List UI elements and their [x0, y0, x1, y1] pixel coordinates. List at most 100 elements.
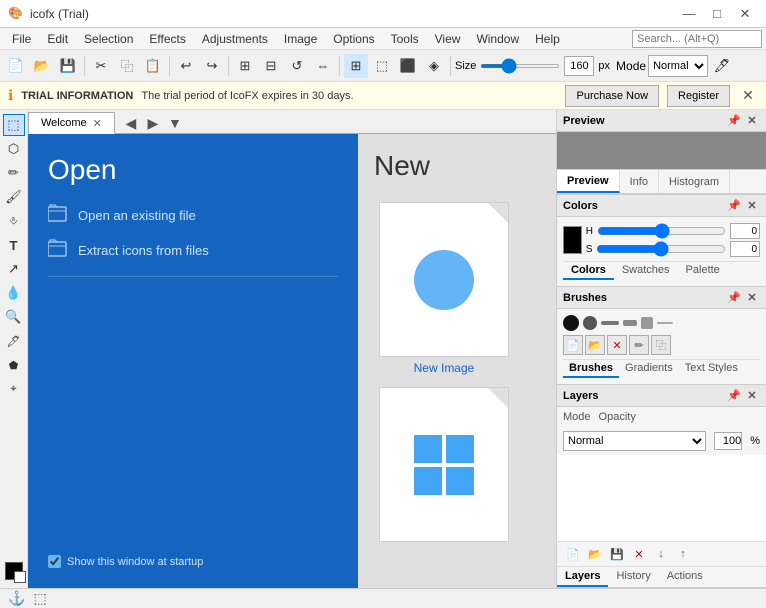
menu-window[interactable]: Window	[468, 30, 527, 48]
layers-tab-layers[interactable]: Layers	[557, 567, 608, 587]
brushes-pin-button[interactable]: 📌	[726, 290, 742, 306]
menu-help[interactable]: Help	[527, 30, 568, 48]
colors-tab-palette[interactable]: Palette	[678, 262, 728, 280]
menu-edit[interactable]: Edit	[39, 30, 76, 48]
trial-close-button[interactable]: ✕	[738, 86, 758, 106]
grid-button[interactable]: ⊞	[344, 54, 368, 78]
text-tool-button[interactable]: T	[3, 234, 25, 256]
brush-item-5[interactable]	[641, 317, 653, 329]
brush-new-button[interactable]: 📄	[563, 335, 583, 355]
fill-tool-button[interactable]: 💧	[3, 282, 25, 304]
layer-down-button[interactable]: ↓	[651, 544, 671, 564]
search-input[interactable]	[632, 30, 762, 48]
extract-icons-item[interactable]: Extract icons from files	[48, 233, 338, 268]
brushes-tab-gradients[interactable]: Gradients	[619, 360, 679, 378]
view-btn-3[interactable]: ⬛	[396, 54, 420, 78]
layer-delete-button[interactable]: ✕	[629, 544, 649, 564]
tab-menu-button[interactable]: ▼	[165, 113, 185, 133]
menu-view[interactable]: View	[427, 30, 469, 48]
welcome-tab[interactable]: Welcome ✕	[28, 112, 115, 134]
s-input[interactable]: 0	[730, 241, 760, 257]
brush-item-2[interactable]	[583, 316, 597, 330]
new-image-card[interactable]: New Image	[374, 202, 514, 375]
show-startup-checkbox[interactable]	[48, 555, 61, 568]
register-button[interactable]: Register	[667, 85, 730, 107]
zoom-out-button[interactable]: ⊟	[259, 54, 283, 78]
size-input[interactable]	[564, 56, 594, 76]
brush-item-6[interactable]	[657, 322, 673, 324]
zoom-tool-button[interactable]: 🔍	[3, 306, 25, 328]
pen-tool-button[interactable]: 🖊	[3, 330, 25, 352]
color-pick-button[interactable]: ⌖	[3, 378, 25, 400]
brush-tool-button[interactable]: 🖌	[3, 186, 25, 208]
preview-pin-button[interactable]: 📌	[726, 113, 742, 129]
brushes-close-button[interactable]: ✕	[744, 290, 760, 306]
layers-pin-button[interactable]: 📌	[726, 388, 742, 404]
tab-preview[interactable]: Preview	[557, 170, 620, 193]
welcome-tab-close[interactable]: ✕	[93, 117, 102, 130]
menu-effects[interactable]: Effects	[141, 30, 193, 48]
primary-color-swatch[interactable]	[563, 226, 582, 254]
copy-button[interactable]: ⿻	[115, 54, 139, 78]
menu-adjustments[interactable]: Adjustments	[194, 30, 276, 48]
undo-button[interactable]: ↩	[174, 54, 198, 78]
layer-up-button[interactable]: ↑	[673, 544, 693, 564]
tab-next-button[interactable]: ▶	[143, 113, 163, 133]
tab-info[interactable]: Info	[620, 170, 659, 193]
foreground-color[interactable]	[5, 562, 23, 580]
open-file-button[interactable]: 📂	[30, 54, 54, 78]
brush-item-4[interactable]	[623, 320, 637, 326]
colors-tab-colors[interactable]: Colors	[563, 262, 614, 280]
brush-edit-button[interactable]: ✏	[629, 335, 649, 355]
mode-select[interactable]: Normal Multiply Screen Overlay	[648, 55, 708, 77]
menu-image[interactable]: Image	[276, 30, 325, 48]
brush-delete-button[interactable]: ✕	[607, 335, 627, 355]
layers-button[interactable]: ◈	[422, 54, 446, 78]
view-btn-2[interactable]: ⬚	[370, 54, 394, 78]
brush-open-button[interactable]: 📂	[585, 335, 605, 355]
paste-button[interactable]: 📋	[141, 54, 165, 78]
shape-tool-button[interactable]: ⬟	[3, 354, 25, 376]
purchase-button[interactable]: Purchase Now	[565, 85, 659, 107]
colors-close-button[interactable]: ✕	[744, 198, 760, 214]
layers-tab-actions[interactable]: Actions	[659, 567, 711, 587]
background-color[interactable]	[14, 571, 26, 583]
layers-close-button[interactable]: ✕	[744, 388, 760, 404]
tab-prev-button[interactable]: ◀	[121, 113, 141, 133]
minimize-button[interactable]: —	[676, 4, 702, 24]
brush-item-1[interactable]	[563, 315, 579, 331]
close-button[interactable]: ✕	[732, 4, 758, 24]
layer-new-button[interactable]: 📄	[563, 544, 583, 564]
menu-selection[interactable]: Selection	[76, 30, 141, 48]
preview-close-button[interactable]: ✕	[744, 113, 760, 129]
menu-file[interactable]: File	[4, 30, 39, 48]
anchor-icon[interactable]: ⚓	[8, 590, 25, 607]
eyedropper-button[interactable]: 🖊	[710, 54, 734, 78]
rotate-button[interactable]: ↺	[285, 54, 309, 78]
redo-button[interactable]: ↪	[200, 54, 224, 78]
pencil-tool-button[interactable]: ✏	[3, 162, 25, 184]
colors-pin-button[interactable]: 📌	[726, 198, 742, 214]
brush-copy-button[interactable]: ⿻	[651, 335, 671, 355]
layers-tab-history[interactable]: History	[608, 567, 658, 587]
maximize-button[interactable]: □	[704, 4, 730, 24]
brush-item-3[interactable]	[601, 321, 619, 325]
brushes-tab-textstyles[interactable]: Text Styles	[679, 360, 744, 378]
save-file-button[interactable]: 💾	[56, 54, 80, 78]
magic-select-button[interactable]: ⬡	[3, 138, 25, 160]
move-tool-button[interactable]: ↗	[3, 258, 25, 280]
h-input[interactable]: 0	[730, 223, 760, 239]
cut-button[interactable]: ✂	[89, 54, 113, 78]
eraser-tool-button[interactable]: ⎀	[3, 210, 25, 232]
brushes-tab-brushes[interactable]: Brushes	[563, 360, 619, 378]
layers-opacity-input[interactable]: 100	[714, 432, 742, 450]
tab-histogram[interactable]: Histogram	[659, 170, 730, 193]
menu-tools[interactable]: Tools	[383, 30, 427, 48]
s-slider[interactable]	[596, 244, 726, 254]
open-existing-item[interactable]: Open an existing file	[48, 198, 338, 233]
layer-open-button[interactable]: 📂	[585, 544, 605, 564]
zoom-in-button[interactable]: ⊞	[233, 54, 257, 78]
menu-options[interactable]: Options	[325, 30, 382, 48]
layer-save-button[interactable]: 💾	[607, 544, 627, 564]
layers-mode-select[interactable]: Normal Multiply	[563, 431, 706, 451]
